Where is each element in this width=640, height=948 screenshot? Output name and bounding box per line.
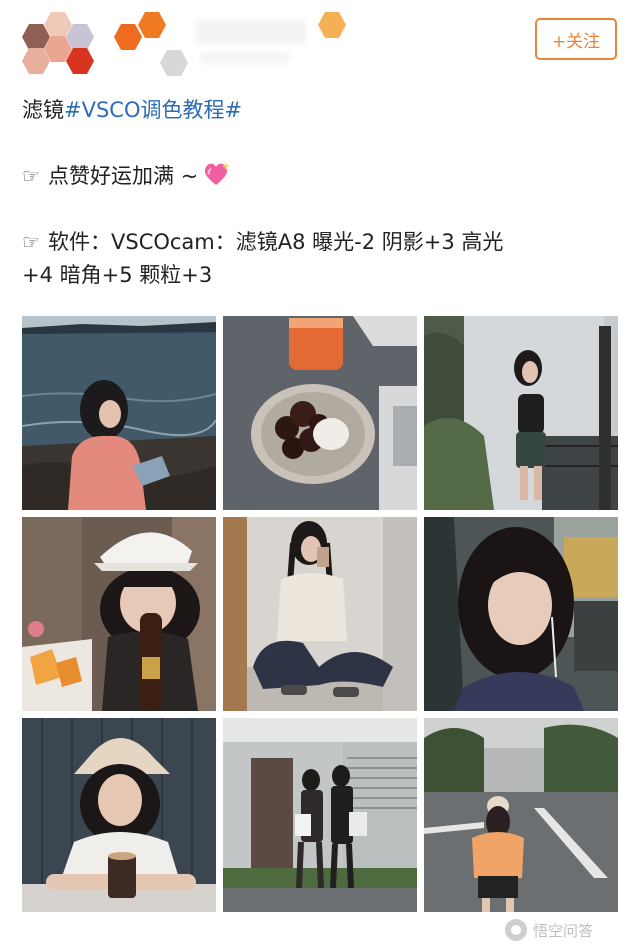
pointing-hand-icon: ☞ xyxy=(22,164,40,188)
wukong-logo-icon xyxy=(505,919,527,941)
photo-girl-crosswalk[interactable] xyxy=(424,718,618,912)
post-prefix: 滤镜 xyxy=(22,98,64,122)
post-meta-blurred xyxy=(200,52,290,64)
post-line-1: 滤镜#VSCO调色教程# xyxy=(22,94,622,127)
hashtag-link[interactable]: #VSCO调色教程# xyxy=(64,98,242,122)
photo-girl-car[interactable] xyxy=(424,517,618,711)
photo-food-table[interactable] xyxy=(223,316,417,510)
post-line-4: +4 暗角+5 颗粒+3 xyxy=(22,263,213,287)
post-line-2: ☞ 点赞好运加满 ~ xyxy=(22,160,622,193)
post-body: 滤镜#VSCO调色教程# ☞ 点赞好运加满 ~ ☞ 软件：VSCOcam：滤镜A8 … xyxy=(22,94,622,292)
photo-girl-wall[interactable] xyxy=(424,316,618,510)
photo-girl-sitting[interactable] xyxy=(223,517,417,711)
photo-seaside[interactable] xyxy=(22,316,216,510)
pointing-hand-icon: ☞ xyxy=(22,230,40,254)
post-line-3-text: 软件：VSCOcam：滤镜A8 曝光-2 阴影+3 高光 xyxy=(48,230,504,254)
post-header: +关注 xyxy=(0,0,640,90)
post-line-2-text: 点赞好运加满 ~ xyxy=(48,164,199,188)
photo-girl-cap[interactable] xyxy=(22,517,216,711)
photo-girl-bucket-hat[interactable] xyxy=(22,718,216,912)
watermark-label: 悟空问答 xyxy=(533,921,594,940)
sparkling-heart-icon xyxy=(205,162,231,185)
follow-button[interactable]: +关注 xyxy=(535,18,617,60)
badge-hex-icon xyxy=(318,12,346,38)
username-blurred[interactable] xyxy=(196,20,306,44)
photo-grid xyxy=(22,316,618,912)
photo-street-couple[interactable] xyxy=(223,718,417,912)
post-line-3: ☞ 软件：VSCOcam：滤镜A8 曝光-2 阴影+3 高光 xyxy=(22,226,622,259)
watermark: 悟空问答 xyxy=(505,915,593,945)
